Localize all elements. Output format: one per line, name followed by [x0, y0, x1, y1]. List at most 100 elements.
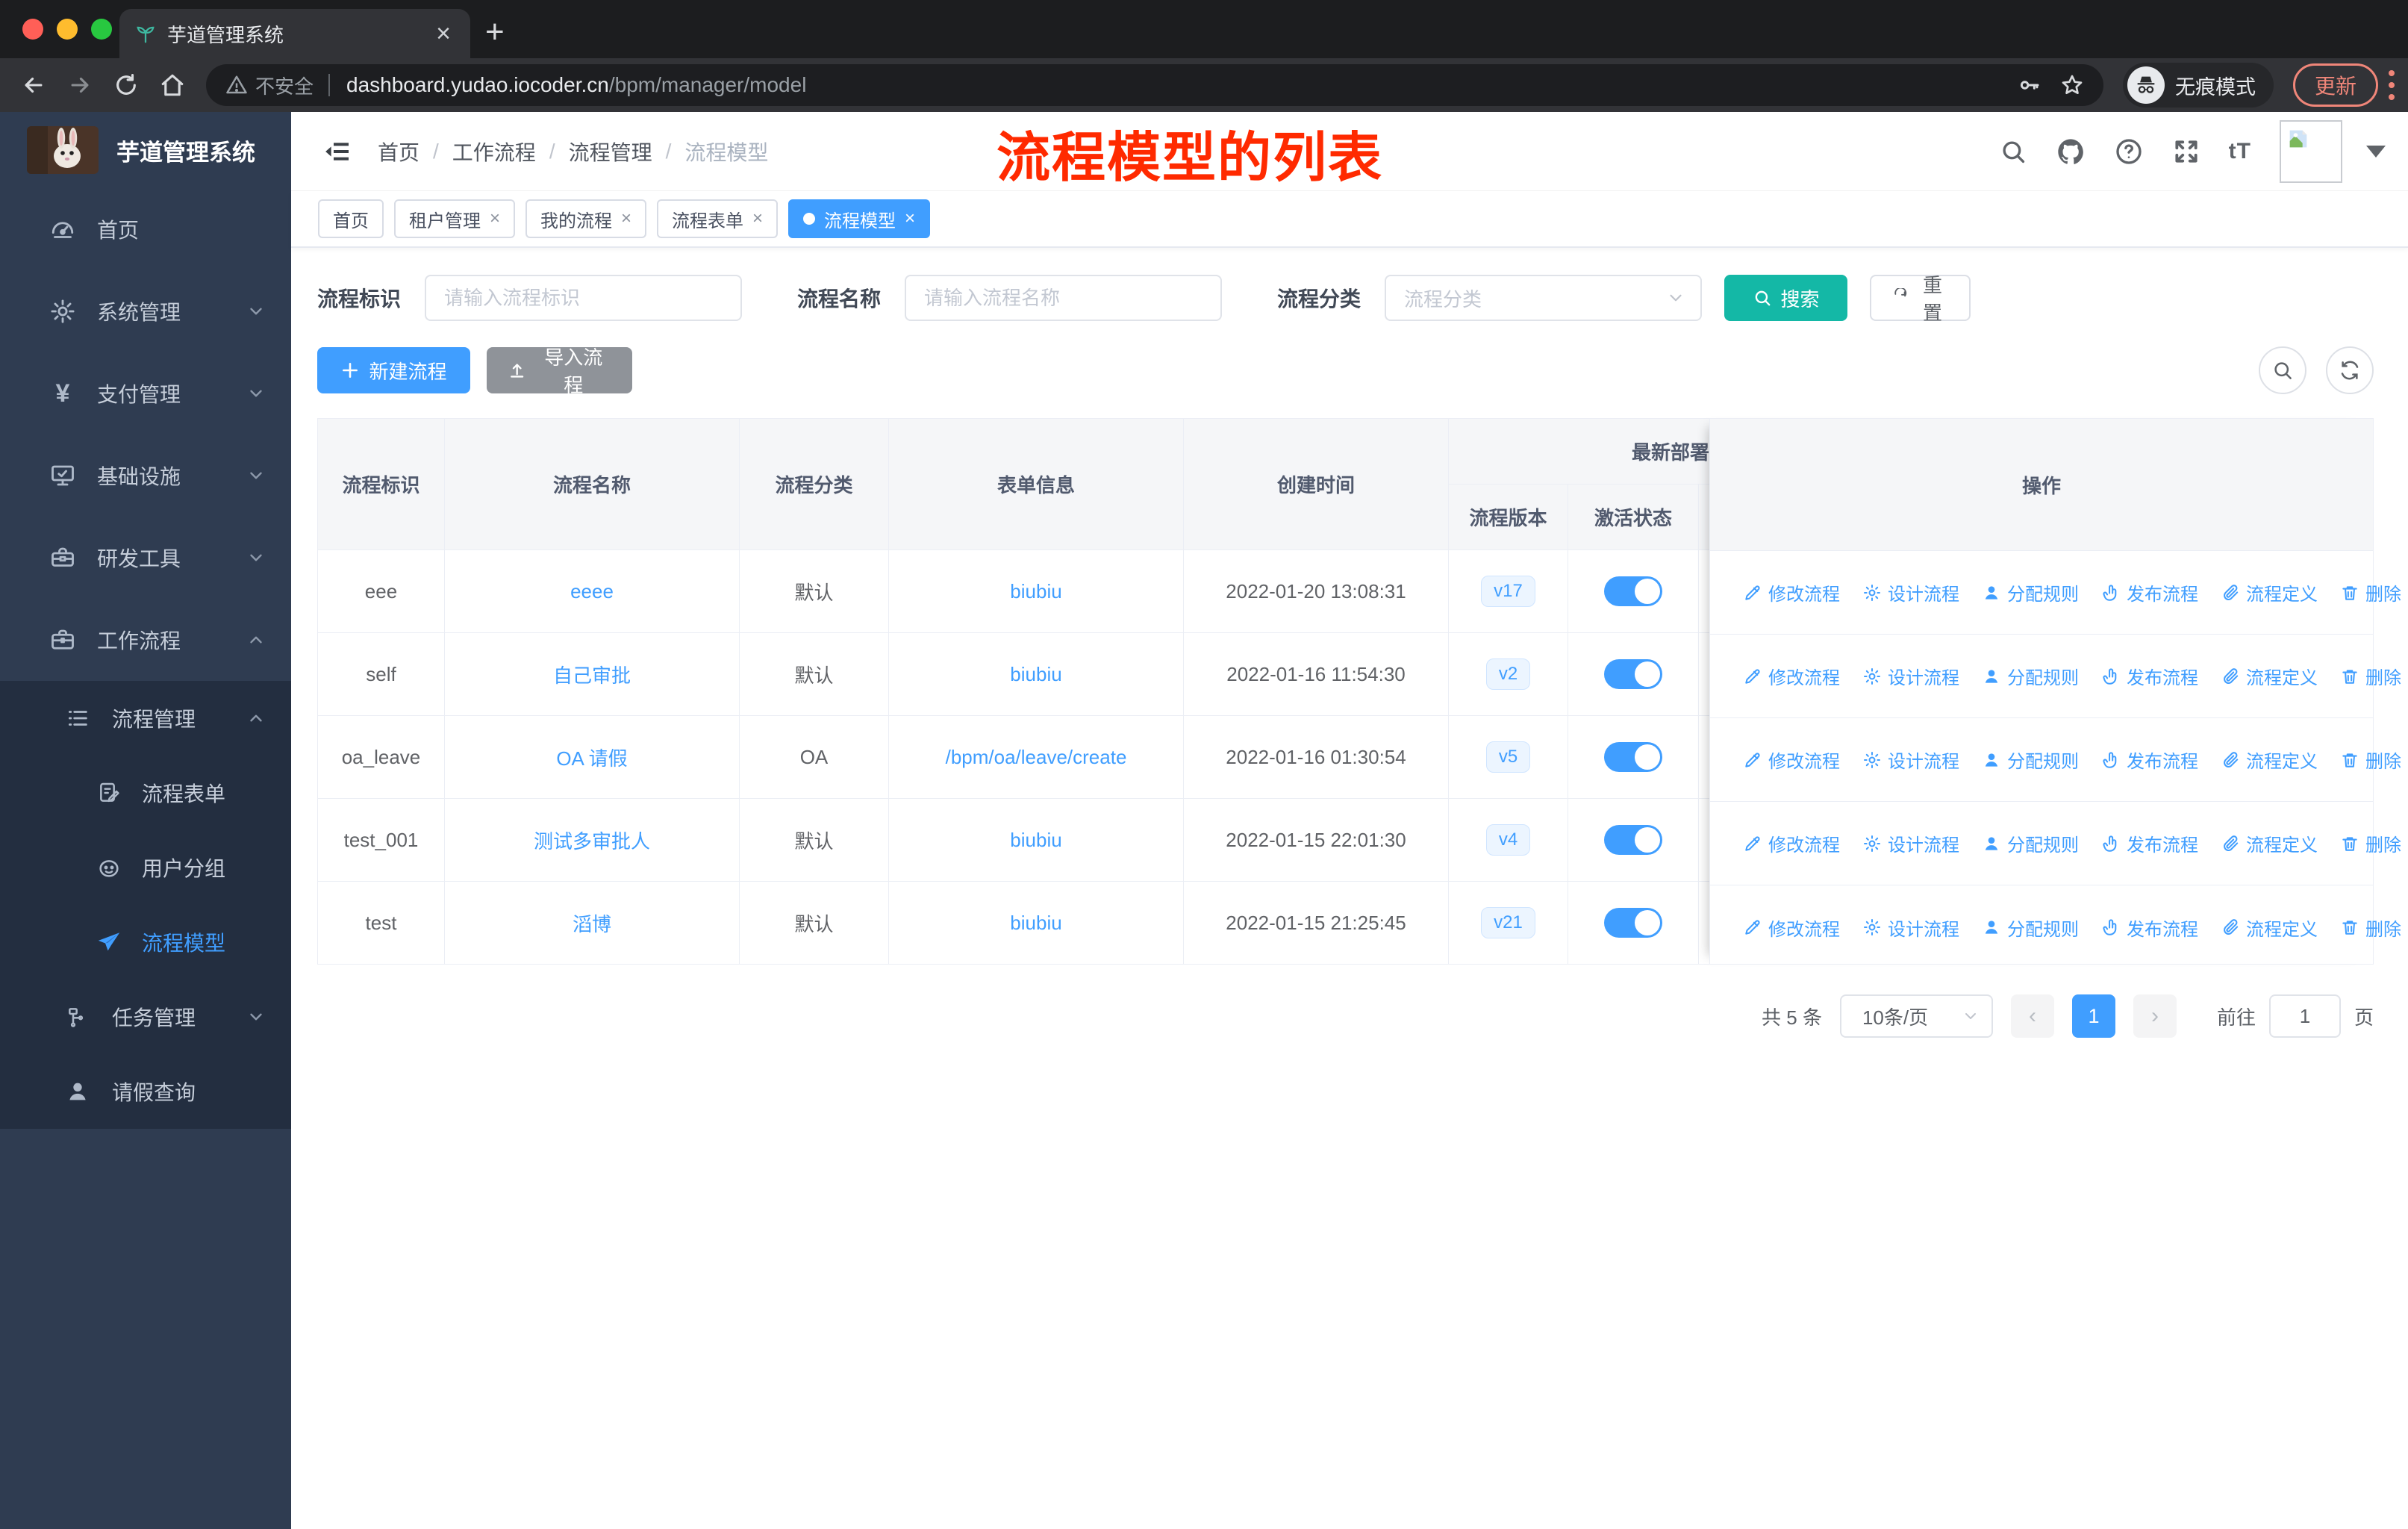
sidebar-item-system[interactable]: 系统管理: [0, 270, 291, 352]
form-info-link[interactable]: biubiu: [1010, 829, 1061, 851]
sidebar-item-leave-query[interactable]: 请假查询: [0, 1054, 291, 1129]
sidebar-fold-icon[interactable]: [322, 137, 352, 166]
action-assign-link[interactable]: 分配规则: [1982, 579, 2079, 605]
breadcrumb-process-management[interactable]: 流程管理: [569, 137, 652, 166]
action-delete-link[interactable]: 删除: [2340, 663, 2401, 689]
reset-button[interactable]: 重置: [1870, 274, 1971, 324]
sidebar-item-process-model[interactable]: 流程模型: [0, 905, 291, 980]
tag-close-icon[interactable]: ×: [490, 208, 500, 229]
form-info-link[interactable]: biubiu: [1010, 912, 1061, 934]
tag-tenant[interactable]: 租户管理 ×: [394, 199, 516, 238]
page-size-select[interactable]: 10条/页: [1839, 994, 1993, 1038]
action-design-link[interactable]: 设计流程: [1862, 747, 1959, 773]
tag-close-icon[interactable]: ×: [752, 208, 763, 229]
action-delete-link[interactable]: 删除: [2340, 579, 2401, 605]
sidebar-item-process-form[interactable]: 流程表单: [0, 756, 291, 830]
back-icon[interactable]: [21, 72, 46, 98]
minimize-window-button[interactable]: [57, 19, 78, 40]
action-definition-link[interactable]: 流程定义: [2221, 915, 2318, 941]
model-name-link[interactable]: OA 请假: [556, 747, 627, 770]
action-design-link[interactable]: 设计流程: [1862, 915, 1959, 941]
action-publish-link[interactable]: 发布流程: [2101, 579, 2198, 605]
sidebar-item-home[interactable]: 首页: [0, 188, 291, 270]
active-toggle[interactable]: [1604, 742, 1662, 772]
breadcrumb-workflow[interactable]: 工作流程: [452, 137, 536, 166]
action-edit-link[interactable]: 修改流程: [1743, 663, 1840, 689]
model-name-link[interactable]: 滔博: [573, 913, 611, 935]
tag-close-icon[interactable]: ×: [621, 208, 631, 229]
search-button[interactable]: 搜索: [1724, 275, 1848, 321]
refresh-icon[interactable]: [2326, 346, 2374, 394]
filter-id-input[interactable]: [425, 275, 743, 321]
active-toggle[interactable]: [1604, 825, 1662, 855]
action-delete-link[interactable]: 删除: [2340, 915, 2401, 941]
security-label[interactable]: 不安全: [255, 72, 314, 99]
filter-name-input[interactable]: [905, 275, 1223, 321]
action-publish-link[interactable]: 发布流程: [2101, 830, 2198, 856]
sidebar-item-infrastructure[interactable]: 基础设施: [0, 435, 291, 517]
page-number-1[interactable]: 1: [2071, 994, 2115, 1038]
reload-icon[interactable]: [113, 72, 139, 98]
action-assign-link[interactable]: 分配规则: [1982, 830, 2079, 856]
tag-process-form[interactable]: 流程表单 ×: [657, 199, 779, 238]
action-assign-link[interactable]: 分配规则: [1982, 747, 2079, 773]
tag-process-model[interactable]: 流程模型 ×: [788, 199, 931, 238]
action-edit-link[interactable]: 修改流程: [1743, 830, 1840, 856]
browser-tab[interactable]: 芋道管理系统 ×: [119, 9, 470, 58]
action-definition-link[interactable]: 流程定义: [2221, 579, 2318, 605]
filter-category-select[interactable]: 流程分类: [1385, 275, 1703, 321]
form-info-link[interactable]: biubiu: [1010, 580, 1061, 602]
forward-icon[interactable]: [67, 72, 93, 98]
key-icon[interactable]: [2017, 73, 2041, 97]
action-assign-link[interactable]: 分配规则: [1982, 915, 2079, 941]
avatar[interactable]: [2280, 119, 2342, 183]
action-edit-link[interactable]: 修改流程: [1743, 579, 1840, 605]
home-icon[interactable]: [160, 72, 185, 98]
action-delete-link[interactable]: 删除: [2340, 747, 2401, 773]
close-window-button[interactable]: [22, 19, 43, 40]
action-design-link[interactable]: 设计流程: [1862, 830, 1959, 856]
sidebar-item-payment[interactable]: ¥ 支付管理: [0, 352, 291, 435]
active-toggle[interactable]: [1604, 908, 1662, 938]
tab-close-icon[interactable]: ×: [431, 21, 455, 46]
help-icon[interactable]: [2114, 137, 2144, 166]
action-definition-link[interactable]: 流程定义: [2221, 663, 2318, 689]
tag-close-icon[interactable]: ×: [905, 208, 915, 229]
action-publish-link[interactable]: 发布流程: [2101, 747, 2198, 773]
action-assign-link[interactable]: 分配规则: [1982, 663, 2079, 689]
goto-page-input[interactable]: [2268, 994, 2341, 1038]
active-toggle[interactable]: [1604, 659, 1662, 689]
action-definition-link[interactable]: 流程定义: [2221, 747, 2318, 773]
zoom-window-button[interactable]: [91, 19, 112, 40]
new-tab-icon[interactable]: +: [485, 13, 505, 51]
sidebar-item-user-group[interactable]: 用户分组: [0, 830, 291, 905]
next-page-button[interactable]: ›: [2133, 994, 2177, 1038]
action-design-link[interactable]: 设计流程: [1862, 663, 1959, 689]
bookmark-star-icon[interactable]: [2060, 73, 2084, 97]
fullscreen-icon[interactable]: [2172, 137, 2200, 166]
model-name-link[interactable]: 自己审批: [553, 664, 631, 687]
action-design-link[interactable]: 设计流程: [1862, 579, 1959, 605]
sidebar-item-process-management[interactable]: 流程管理: [0, 681, 291, 756]
model-name-link[interactable]: eeee: [570, 580, 614, 602]
update-button[interactable]: 更新: [2292, 63, 2378, 107]
search-icon[interactable]: [1999, 137, 2027, 166]
action-publish-link[interactable]: 发布流程: [2101, 663, 2198, 689]
create-process-button[interactable]: 新建流程: [317, 347, 470, 393]
action-definition-link[interactable]: 流程定义: [2221, 830, 2318, 856]
action-publish-link[interactable]: 发布流程: [2101, 915, 2198, 941]
breadcrumb-home[interactable]: 首页: [378, 137, 419, 166]
action-edit-link[interactable]: 修改流程: [1743, 915, 1840, 941]
url-bar[interactable]: 不安全 dashboard.yudao.iocoder.cn/bpm/manag…: [206, 64, 2103, 106]
action-edit-link[interactable]: 修改流程: [1743, 747, 1840, 773]
browser-menu-icon[interactable]: [2389, 70, 2395, 100]
form-info-link[interactable]: biubiu: [1010, 663, 1061, 685]
action-delete-link[interactable]: 删除: [2340, 830, 2401, 856]
sidebar-item-task-management[interactable]: 任务管理: [0, 980, 291, 1054]
caret-down-icon[interactable]: [2366, 145, 2386, 158]
sidebar-item-workflow[interactable]: 工作流程: [0, 599, 291, 681]
github-icon[interactable]: [2056, 137, 2086, 166]
tag-my-process[interactable]: 我的流程 ×: [525, 199, 647, 238]
import-process-button[interactable]: 导入流程: [487, 346, 632, 396]
font-size-icon[interactable]: tT: [2229, 139, 2251, 164]
